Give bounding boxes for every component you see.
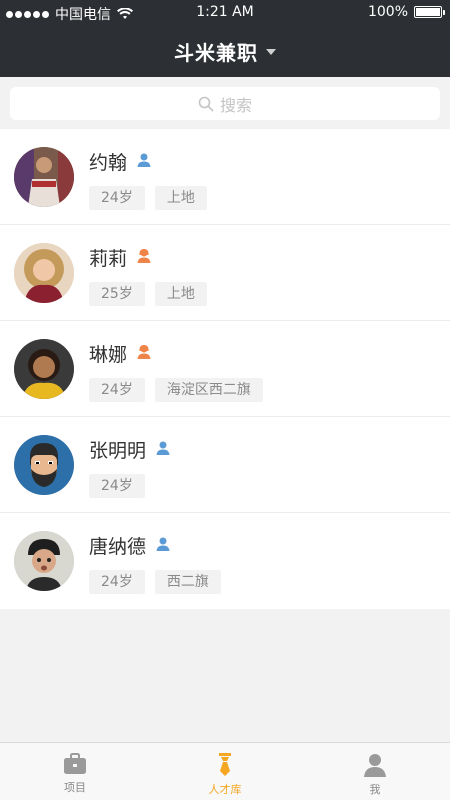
- status-bar: 中国电信 1:21 AM 100%: [0, 0, 450, 26]
- female-user-icon: [137, 345, 151, 359]
- location-tag: 西二旗: [154, 570, 221, 594]
- tag-list: 24岁: [89, 474, 145, 498]
- person-name: 莉莉: [89, 248, 128, 270]
- person-name: 琳娜: [89, 344, 128, 366]
- age-tag: 25岁: [89, 282, 145, 306]
- app-title-dropdown[interactable]: 斗米兼职: [174, 37, 258, 66]
- avatar: [14, 531, 74, 591]
- chevron-down-icon[interactable]: [266, 48, 276, 55]
- male-user-icon: [137, 153, 151, 167]
- tab-label: 项目: [64, 781, 86, 794]
- tab-label: 人才库: [208, 783, 242, 796]
- avatar: [14, 435, 74, 495]
- tag-list: 24岁 西二旗: [89, 570, 221, 594]
- tab-bar: 项目 人才库 我: [0, 742, 450, 800]
- nav-bar: 斗米兼职: [0, 26, 450, 77]
- age-tag: 24岁: [89, 378, 145, 402]
- female-user-icon: [137, 249, 151, 263]
- list-item[interactable]: 莉莉 25岁 上地: [0, 225, 450, 321]
- person-name: 约翰: [89, 152, 128, 174]
- person-name: 张明明: [89, 440, 147, 462]
- avatar: [14, 243, 74, 303]
- talent-list: 约翰 24岁 上地 莉莉 25岁 上地 琳娜 24岁 海淀区西二旗 张明明 24…: [0, 129, 450, 609]
- age-tag: 24岁: [89, 474, 145, 498]
- tag-list: 25岁 上地: [89, 282, 207, 306]
- battery-icon: [414, 6, 445, 18]
- male-user-icon: [156, 441, 170, 455]
- person-icon: [364, 754, 386, 777]
- search-icon: [198, 96, 214, 111]
- age-tag: 24岁: [89, 570, 145, 594]
- tab-label: 我: [369, 783, 381, 796]
- male-user-icon: [156, 537, 170, 551]
- list-item[interactable]: 唐纳德 24岁 西二旗: [0, 513, 450, 609]
- location-tag: 上地: [154, 282, 207, 306]
- list-item[interactable]: 约翰 24岁 上地: [0, 129, 450, 225]
- list-item[interactable]: 琳娜 24岁 海淀区西二旗: [0, 321, 450, 417]
- tag-list: 24岁 海淀区西二旗: [89, 378, 263, 402]
- search-placeholder: 搜索: [219, 95, 252, 115]
- avatar: [14, 339, 74, 399]
- list-item[interactable]: 张明明 24岁: [0, 417, 450, 513]
- tab-talent-pool[interactable]: 人才库: [150, 743, 300, 800]
- location-tag: 海淀区西二旗: [154, 378, 263, 402]
- tab-me[interactable]: 我: [300, 743, 450, 800]
- tag-list: 24岁 上地: [89, 186, 207, 210]
- tie-icon: [219, 753, 231, 776]
- battery-percent: 100%: [367, 4, 408, 20]
- tab-projects[interactable]: 项目: [0, 743, 150, 800]
- search-input[interactable]: 搜索: [10, 87, 440, 120]
- location-tag: 上地: [154, 186, 207, 210]
- avatar: [14, 147, 74, 207]
- person-name: 唐纳德: [89, 536, 147, 558]
- briefcase-icon: [64, 753, 86, 774]
- age-tag: 24岁: [89, 186, 145, 210]
- search-bar: 搜索: [0, 77, 450, 129]
